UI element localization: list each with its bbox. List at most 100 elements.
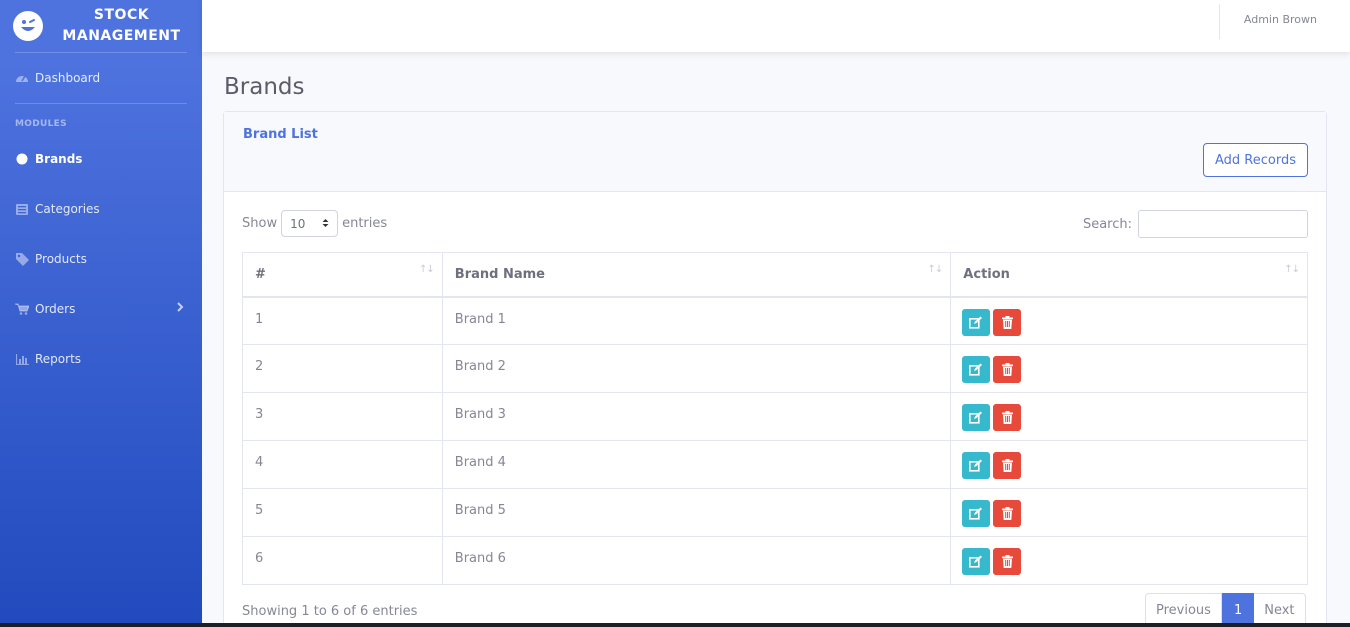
user-menu[interactable]: Admin Brown (1244, 13, 1317, 26)
sidebar-item-label: Reports (35, 352, 82, 366)
sidebar-item-reports[interactable]: Reports (0, 334, 202, 384)
cell-actions (950, 392, 1308, 441)
table-row: 6 Brand 6 (242, 536, 1308, 585)
table-row: 4 Brand 4 (242, 440, 1308, 489)
column-header-label: # (255, 266, 266, 282)
cell-actions (950, 296, 1308, 345)
cell-actions (950, 344, 1308, 393)
entries-length-control: Show 10 entries (242, 210, 387, 237)
sort-icon: ↑↓ (1284, 264, 1300, 275)
cell-id: 1 (242, 296, 443, 345)
tag-icon (15, 252, 29, 266)
delete-button[interactable] (993, 308, 1022, 336)
search-input[interactable] (1138, 210, 1308, 238)
trash-icon (1001, 315, 1013, 329)
edit-icon (969, 411, 983, 424)
sidebar-item-label: Products (35, 252, 87, 266)
cell-brand-name: Brand 6 (441, 536, 952, 585)
entries-select-value: 10 (290, 216, 306, 231)
edit-icon (969, 555, 983, 568)
sidebar-item-dashboard[interactable]: Dashboard (0, 53, 202, 103)
column-header-label: Action (963, 266, 1010, 282)
sort-arrows-icon (322, 217, 329, 231)
column-header-action[interactable]: Action ↑↓ (950, 252, 1308, 298)
sidebar-item-brands[interactable]: Brands (0, 134, 202, 184)
sort-icon: ↑↓ (927, 264, 944, 275)
sidebar-item-orders[interactable]: Orders (0, 284, 202, 334)
sidebar-brand[interactable]: STOCK MANAGEMENT (0, 0, 202, 52)
table-header-row: # ↑↓ Brand Name ↑↓ Action ↑↓ (242, 252, 1308, 298)
sidebar: STOCK MANAGEMENT Dashboard MODULES Brand… (0, 0, 202, 627)
cell-id: 5 (242, 488, 443, 537)
chevron-right-icon (176, 301, 184, 316)
delete-button[interactable] (993, 452, 1022, 479)
topbar: Admin Brown (202, 0, 1350, 52)
app-title: STOCK MANAGEMENT (62, 7, 181, 44)
table-row: 1 Brand 1 (242, 296, 1308, 345)
cell-actions (950, 536, 1308, 585)
sidebar-item-label: Orders (35, 302, 76, 316)
column-header-id[interactable]: # ↑↓ (242, 252, 443, 298)
cell-id: 4 (242, 440, 443, 489)
sort-icon: ↑↓ (419, 264, 435, 275)
sidebar-item-label: Brands (35, 152, 83, 166)
trash-icon (1001, 459, 1013, 472)
trash-icon (1001, 363, 1013, 376)
trash-icon (1001, 411, 1013, 424)
table-row: 5 Brand 5 (242, 488, 1308, 537)
topbar-divider (1219, 4, 1220, 39)
edit-icon (969, 459, 983, 472)
edit-button[interactable] (962, 452, 991, 479)
card-header: Brand List Add Records (224, 112, 1326, 192)
edit-icon (969, 363, 983, 376)
trash-icon (1001, 555, 1013, 568)
edit-button[interactable] (962, 548, 991, 575)
cell-brand-name: Brand 3 (441, 392, 952, 441)
cell-actions (950, 440, 1308, 489)
cell-id: 2 (242, 344, 443, 393)
cell-brand-name: Brand 1 (441, 296, 952, 345)
sidebar-item-categories[interactable]: Categories (0, 184, 202, 234)
sidebar-item-label: Categories (35, 202, 100, 216)
list-icon (15, 202, 29, 216)
cell-brand-name: Brand 5 (441, 488, 952, 537)
previous-page-button[interactable]: Previous (1145, 593, 1222, 627)
edit-button[interactable] (962, 308, 991, 336)
entries-label: entries (342, 216, 388, 231)
table-search: Search: (1083, 210, 1308, 238)
sidebar-heading: MODULES (15, 119, 67, 129)
sidebar-divider (15, 103, 187, 104)
delete-button[interactable] (993, 356, 1022, 383)
cell-id: 3 (242, 392, 443, 441)
column-header-label: Brand Name (454, 266, 545, 282)
show-label: Show (242, 216, 278, 231)
edit-button[interactable] (962, 356, 991, 383)
entries-select[interactable]: 10 (281, 210, 339, 237)
sidebar-item-products[interactable]: Products (0, 234, 202, 284)
edit-button[interactable] (962, 500, 991, 527)
chart-icon (15, 352, 29, 366)
delete-button[interactable] (993, 404, 1022, 431)
cell-brand-name: Brand 2 (441, 344, 952, 393)
column-header-brand-name[interactable]: Brand Name ↑↓ (441, 252, 952, 298)
search-label: Search: (1082, 216, 1132, 232)
page-button-current[interactable]: 1 (1221, 593, 1255, 627)
edit-icon (969, 507, 983, 520)
table-row: 3 Brand 3 (242, 392, 1308, 441)
edit-button[interactable] (962, 404, 991, 431)
next-page-button[interactable]: Next (1254, 593, 1306, 627)
cell-id: 6 (242, 536, 443, 585)
cell-actions (950, 488, 1308, 537)
tachometer-icon (15, 71, 29, 85)
pagination: Previous 1 Next (1145, 593, 1306, 627)
card-title: Brand List (243, 127, 318, 142)
table-row: 2 Brand 2 (242, 344, 1308, 393)
bottom-edge (0, 623, 1350, 627)
edit-icon (969, 316, 983, 329)
sidebar-item-label: Dashboard (35, 71, 101, 85)
delete-button[interactable] (993, 548, 1022, 575)
trash-icon (1001, 507, 1013, 520)
add-records-button[interactable]: Add Records (1203, 143, 1308, 177)
delete-button[interactable] (993, 500, 1022, 527)
cart-icon (15, 302, 29, 316)
